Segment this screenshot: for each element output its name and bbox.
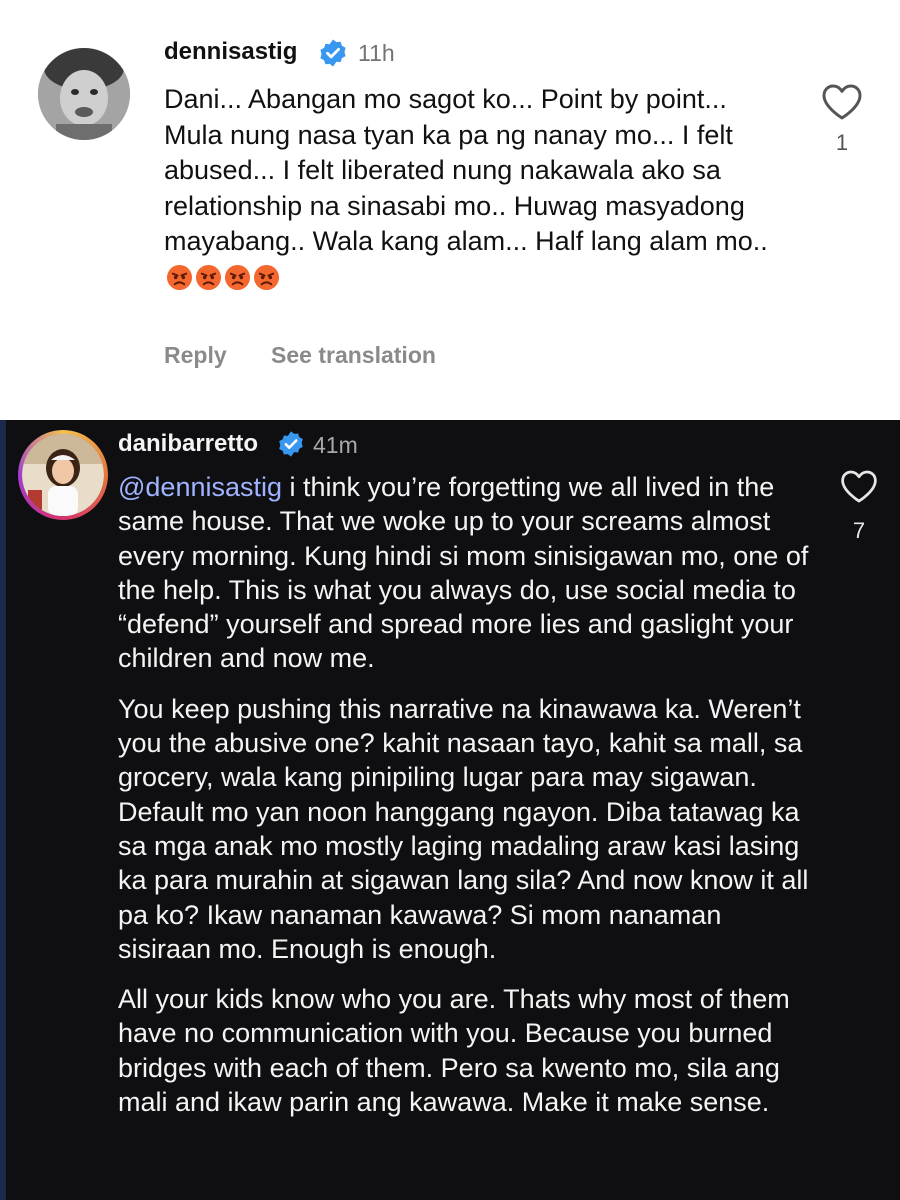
avatar [22,434,104,516]
comment-paragraph: You keep pushing this narrative na kinaw… [118,693,809,964]
comment-timestamp: 41m [313,432,358,458]
angry-face-emoji [166,264,193,290]
comment-text: Dani... Abangan mo sagot ko... Point by … [164,82,774,295]
like-count: 7 [852,518,866,543]
paragraph-text: i think you’re forgetting we all lived i… [118,472,809,674]
angry-face-emoji [195,264,222,290]
comment-username[interactable]: danibarretto [118,430,258,458]
see-translation-button[interactable]: See translation [271,342,436,368]
avatar-photo [22,434,104,516]
comment-username[interactable]: dennisastig [164,38,297,66]
panel-edge [0,420,6,1200]
angry-face-emoji [224,264,251,290]
heart-outline-icon[interactable] [820,82,864,122]
comment-text: @dennisastig i think you’re forgetting w… [118,470,818,1135]
comment-actions: Reply See translation [164,342,474,369]
mention-link[interactable]: @dennisastig [118,472,282,502]
angry-face-emoji [253,264,280,290]
verified-badge-icon [279,431,303,457]
comment-paragraph: @dennisastig i think you’re forgetting w… [118,470,818,676]
reply-button[interactable]: Reply [164,342,227,368]
avatar[interactable] [38,48,130,140]
heart-outline-icon[interactable] [839,468,879,505]
comment-timestamp: 11h [358,40,395,66]
like-count: 1 [835,130,849,155]
comment-danibarretto: danibarretto 41m @dennisastig i think yo… [0,420,900,1200]
avatar-photo [38,48,130,140]
story-ring-avatar[interactable] [18,430,108,520]
comment-dennisastig: dennisastig 11h Dani... Abangan mo sagot… [0,0,900,420]
comment-body: Dani... Abangan mo sagot ko... Point by … [164,84,768,256]
verified-badge-icon [320,39,346,67]
comment-paragraph: All your kids know who you are. Thats wh… [118,984,790,1118]
